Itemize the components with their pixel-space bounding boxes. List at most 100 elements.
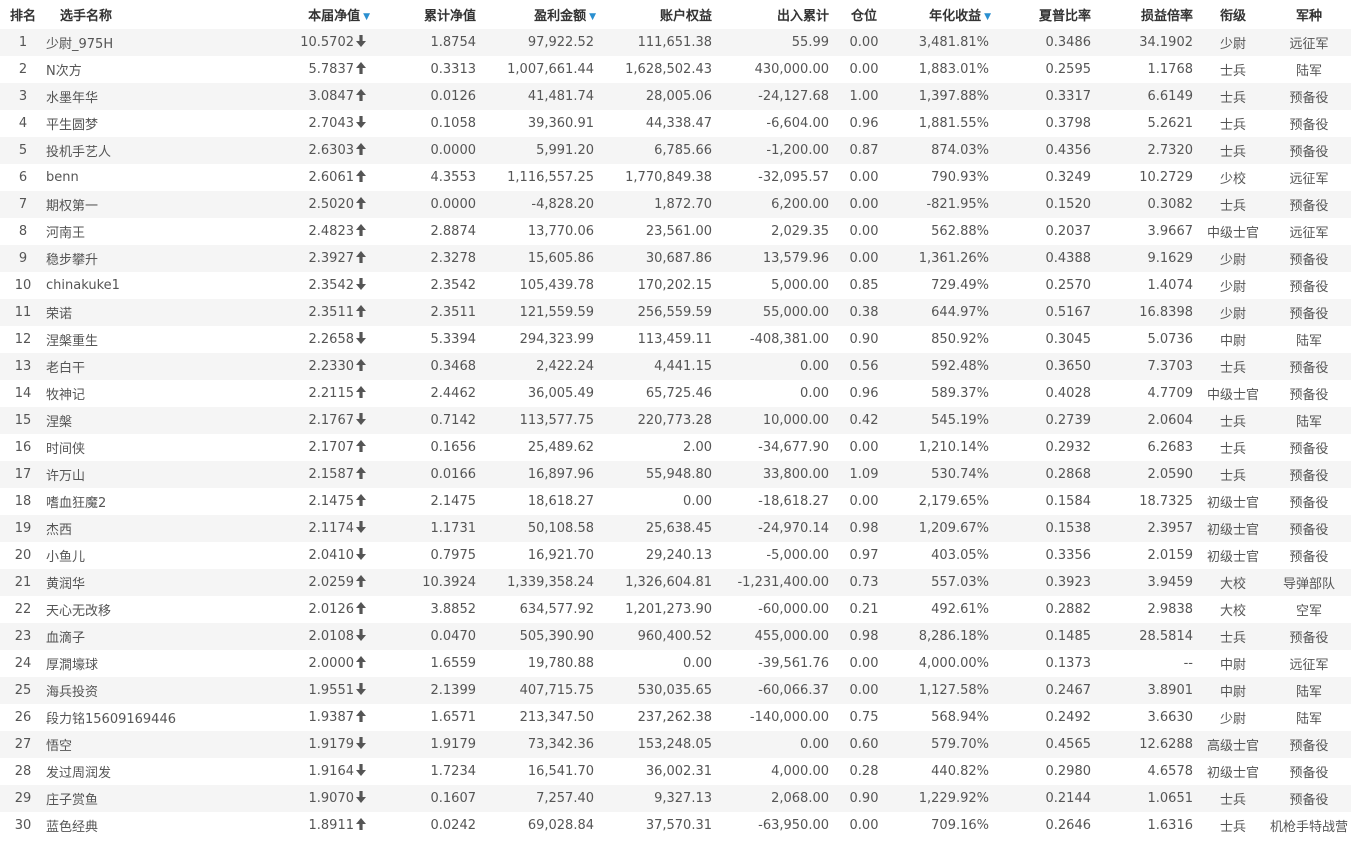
nav-value: 2.1587 — [308, 467, 355, 482]
rank-title-cell: 士兵 — [1199, 785, 1267, 812]
nav-cell: 2.5020 — [206, 191, 374, 218]
position-cell: 0.97 — [835, 542, 893, 569]
arrow-up-icon — [354, 143, 366, 158]
flow-cell: 55,000.00 — [718, 299, 835, 326]
table-row[interactable]: 25 海兵投资 1.9551 2.1399 407,715.75 530,035.65 -6… — [0, 677, 1351, 704]
sharpe-cell: 0.4565 — [995, 731, 1097, 758]
table-row[interactable]: 22 天心无改移 2.0126 3.8852 634,577.92 1,201,273.9… — [0, 596, 1351, 623]
player-name-link[interactable]: chinakuke1 — [46, 272, 206, 299]
position-cell: 0.00 — [835, 677, 893, 704]
table-row[interactable]: 16 时间侠 2.1707 0.1656 25,489.62 2.00 -34,677.90… — [0, 434, 1351, 461]
player-name-link[interactable]: N次方 — [46, 56, 206, 83]
table-row[interactable]: 4 平生圆梦 2.7043 0.1058 39,360.91 44,338.47 -6,60… — [0, 110, 1351, 137]
table-row[interactable]: 1 少尉_975H 10.5702 1.8754 97,922.52 111,651.38… — [0, 29, 1351, 56]
col-position-header[interactable]: 仓位 — [835, 0, 893, 29]
player-name-link[interactable]: 投机手艺人 — [46, 137, 206, 164]
annual-cell: -821.95% — [893, 191, 995, 218]
equity-cell: 220,773.28 — [600, 407, 718, 434]
col-equity-header[interactable]: 账户权益 — [600, 0, 718, 29]
table-row[interactable]: 2 N次方 5.7837 0.3313 1,007,661.44 1,628,502.43… — [0, 56, 1351, 83]
col-rank-header[interactable]: 排名 — [0, 0, 46, 29]
table-row[interactable]: 13 老白干 2.2330 0.3468 2,422.24 4,441.15 0.00 0.5… — [0, 353, 1351, 380]
sharpe-cell: 0.2144 — [995, 785, 1097, 812]
player-name-link[interactable]: 天心无改移 — [46, 596, 206, 623]
table-row[interactable]: 19 杰西 2.1174 1.1731 50,108.58 25,638.45 -24,97… — [0, 515, 1351, 542]
player-name-link[interactable]: 涅槃重生 — [46, 326, 206, 353]
table-row[interactable]: 14 牧神记 2.2115 2.4462 36,005.49 65,725.46 0.00 0… — [0, 380, 1351, 407]
player-name-link[interactable]: 蓝色经典 — [46, 812, 206, 839]
player-name-link[interactable]: 杰西 — [46, 515, 206, 542]
annual-cell: 2,179.65% — [893, 488, 995, 515]
player-name-link[interactable]: 悟空 — [46, 731, 206, 758]
sort-desc-icon[interactable]: ▼ — [589, 12, 596, 22]
player-name-link[interactable]: 荣诺 — [46, 299, 206, 326]
player-name-link[interactable]: 段力铭15609169446 — [46, 704, 206, 731]
rank-cell: 24 — [0, 650, 46, 677]
player-name-link[interactable]: 老白干 — [46, 353, 206, 380]
sharpe-cell: 0.3486 — [995, 29, 1097, 56]
player-name-link[interactable]: 厚澗壕球 — [46, 650, 206, 677]
rank-title-cell: 士兵 — [1199, 434, 1267, 461]
player-name-link[interactable]: benn — [46, 164, 206, 191]
table-row[interactable]: 10 chinakuke1 2.3542 2.3542 105,439.78 170,20… — [0, 272, 1351, 299]
player-name-link[interactable]: 时间侠 — [46, 434, 206, 461]
player-name-link[interactable]: 水墨年华 — [46, 83, 206, 110]
player-name-link[interactable]: 许万山 — [46, 461, 206, 488]
col-name-header[interactable]: 选手名称 — [46, 0, 206, 29]
equity-cell: 44,338.47 — [600, 110, 718, 137]
cum-nav-cell: 0.7975 — [374, 542, 482, 569]
player-name-link[interactable]: 涅槃 — [46, 407, 206, 434]
equity-cell: 1,770,849.38 — [600, 164, 718, 191]
table-row[interactable]: 29 庄子赏鱼 1.9070 0.1607 7,257.40 9,327.13 2,068.… — [0, 785, 1351, 812]
player-name-link[interactable]: 庄子赏鱼 — [46, 785, 206, 812]
player-name-link[interactable]: 小鱼儿 — [46, 542, 206, 569]
table-row[interactable]: 9 稳步攀升 2.3927 2.3278 15,605.86 30,687.86 13,57… — [0, 245, 1351, 272]
player-name-link[interactable]: 嗜血狂魔2 — [46, 488, 206, 515]
col-sharpe-header[interactable]: 夏普比率 — [995, 0, 1097, 29]
nav-value: 2.5020 — [308, 197, 355, 212]
table-row[interactable]: 23 血滴子 2.0108 0.0470 505,390.90 960,400.52 455… — [0, 623, 1351, 650]
sharpe-cell: 0.2492 — [995, 704, 1097, 731]
table-row[interactable]: 5 投机手艺人 2.6303 0.0000 5,991.20 6,785.66 -1,200… — [0, 137, 1351, 164]
table-row[interactable]: 26 段力铭15609169446 1.9387 1.6571 213,347.50 23… — [0, 704, 1351, 731]
table-row[interactable]: 7 期权第一 2.5020 0.0000 -4,828.20 1,872.70 6,200.… — [0, 191, 1351, 218]
ranking-table: 排名 选手名称 本届净值 ▼ 累计净值 盈利金额 ▼ 账户权益 出入累计 仓位 年化… — [0, 0, 1351, 839]
player-name-link[interactable]: 平生圆梦 — [46, 110, 206, 137]
col-cum-nav-header[interactable]: 累计净值 — [374, 0, 482, 29]
table-row[interactable]: 11 荣诺 2.3511 2.3511 121,559.59 256,559.59 55,0… — [0, 299, 1351, 326]
nav-cell: 2.0108 — [206, 623, 374, 650]
col-pl-ratio-header[interactable]: 损益倍率 — [1097, 0, 1199, 29]
sort-desc-icon[interactable]: ▼ — [984, 12, 991, 22]
col-profit-header[interactable]: 盈利金额 ▼ — [482, 0, 600, 29]
table-row[interactable]: 3 水墨年华 3.0847 0.0126 41,481.74 28,005.06 -24,1… — [0, 83, 1351, 110]
table-row[interactable]: 17 许万山 2.1587 0.0166 16,897.96 55,948.80 33,80… — [0, 461, 1351, 488]
player-name-link[interactable]: 少尉_975H — [46, 29, 206, 56]
player-name-link[interactable]: 河南王 — [46, 218, 206, 245]
table-row[interactable]: 27 悟空 1.9179 1.9179 73,342.36 153,248.05 0.00 0… — [0, 731, 1351, 758]
player-name-link[interactable]: 海兵投资 — [46, 677, 206, 704]
player-name-link[interactable]: 黄润华 — [46, 569, 206, 596]
table-row[interactable]: 18 嗜血狂魔2 2.1475 2.1475 18,618.27 0.00 -18,618.… — [0, 488, 1351, 515]
table-row[interactable]: 15 涅槃 2.1767 0.7142 113,577.75 220,773.28 10,0… — [0, 407, 1351, 434]
table-row[interactable]: 28 发过周润发 1.9164 1.7234 16,541.70 36,002.31 4,0… — [0, 758, 1351, 785]
army-cell: 预备役 — [1267, 623, 1351, 650]
table-row[interactable]: 20 小鱼儿 2.0410 0.7975 16,921.70 29,240.13 -5,00… — [0, 542, 1351, 569]
table-row[interactable]: 8 河南王 2.4823 2.8874 13,770.06 23,561.00 2,029.… — [0, 218, 1351, 245]
col-rank-title-header[interactable]: 衔级 — [1199, 0, 1267, 29]
player-name-link[interactable]: 发过周润发 — [46, 758, 206, 785]
col-annual-header[interactable]: 年化收益 ▼ — [893, 0, 995, 29]
table-row[interactable]: 30 蓝色经典 1.8911 0.0242 69,028.84 37,570.31 -63,… — [0, 812, 1351, 839]
col-flow-header[interactable]: 出入累计 — [718, 0, 835, 29]
player-name-link[interactable]: 血滴子 — [46, 623, 206, 650]
table-row[interactable]: 24 厚澗壕球 2.0000 1.6559 19,780.88 0.00 -39,561.7… — [0, 650, 1351, 677]
player-name-link[interactable]: 牧神记 — [46, 380, 206, 407]
col-army-header[interactable]: 军种 — [1267, 0, 1351, 29]
col-nav-header[interactable]: 本届净值 ▼ — [206, 0, 374, 29]
table-row[interactable]: 21 黄润华 2.0259 10.3924 1,339,358.24 1,326,604.… — [0, 569, 1351, 596]
table-row[interactable]: 12 涅槃重生 2.2658 5.3394 294,323.99 113,459.11 -4… — [0, 326, 1351, 353]
sort-desc-icon[interactable]: ▼ — [363, 12, 370, 22]
player-name-link[interactable]: 稳步攀升 — [46, 245, 206, 272]
player-name-link[interactable]: 期权第一 — [46, 191, 206, 218]
table-row[interactable]: 6 benn 2.6061 4.3553 1,116,557.25 1,770,849.3… — [0, 164, 1351, 191]
col-annual-label: 年化收益 — [929, 9, 982, 24]
